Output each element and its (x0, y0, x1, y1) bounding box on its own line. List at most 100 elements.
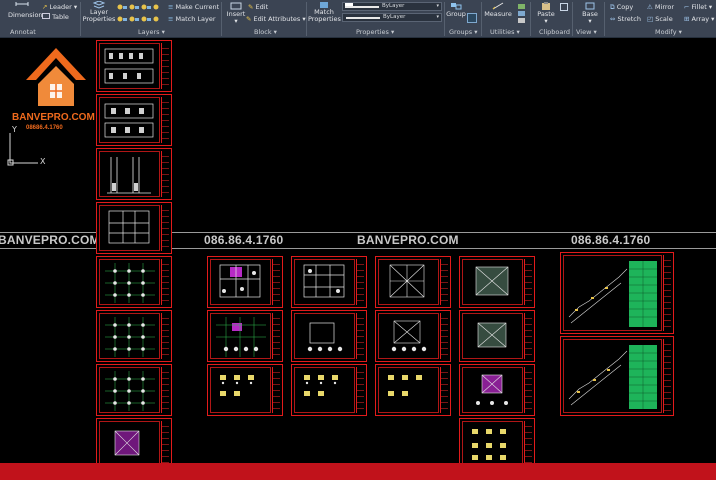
separator (604, 2, 605, 36)
drawing-canvas[interactable]: BANVEPRO.COM 086.86.4.1760 BANVEPRO.COM … (0, 38, 716, 463)
group-button[interactable]: Group (446, 2, 466, 24)
block-panel-label[interactable]: Block ▾ (254, 28, 277, 36)
leader-button[interactable]: ↗ Leader ▾ (42, 3, 77, 11)
drawing-sheet[interactable] (560, 252, 674, 334)
make-current-label: Make Current (175, 3, 220, 11)
match-properties-button[interactable]: Match Properties (308, 1, 341, 27)
drawing-sheet[interactable] (96, 94, 172, 146)
drawing-sheet[interactable] (96, 202, 172, 254)
edit-button[interactable]: ✎ Edit (248, 3, 268, 11)
lineweight-value: ByLayer (382, 3, 405, 9)
separator (572, 2, 573, 36)
stair-detail-drawing (568, 261, 657, 327)
drawing-sheet[interactable] (96, 40, 172, 92)
fillet-label: Fillet (691, 3, 707, 11)
fillet-button[interactable]: ⌐ Fillet ▾ (684, 3, 712, 11)
groups-panel-label[interactable]: Groups ▾ (449, 28, 478, 36)
array-button[interactable]: ⊞ Array ▾ (684, 15, 714, 23)
lineweight-select[interactable]: ByLayer (342, 3, 442, 12)
make-current-button[interactable]: ≡ Make Current (168, 3, 219, 11)
drawing-sheet[interactable] (96, 364, 172, 416)
title-block (440, 313, 448, 359)
table-button[interactable]: Table (42, 13, 69, 21)
annotation-panel-label[interactable]: Annotat (10, 28, 36, 36)
array-label: Array (691, 15, 710, 23)
footing-details-drawing (220, 375, 254, 396)
view-panel-label[interactable]: View ▾ (576, 28, 597, 36)
base-button[interactable]: Base ▾ (578, 2, 602, 24)
title-block (161, 313, 169, 359)
layers-panel-text: Layers (138, 28, 160, 36)
drawing-sheet[interactable] (560, 336, 674, 416)
match-layer-button[interactable]: ≡ Match Layer (168, 15, 216, 23)
drawing-sheet[interactable] (96, 418, 172, 463)
drawing-sheet[interactable] (96, 148, 172, 200)
drawing-sheet[interactable] (291, 256, 367, 308)
measure-button[interactable]: Measure (484, 2, 512, 24)
mirror-icon: ⚠ (647, 3, 653, 11)
dimension-label: Dimension (8, 11, 43, 19)
insert-button[interactable]: Insert ▾ (225, 2, 247, 24)
drawing-sheet[interactable] (459, 310, 535, 362)
roof-detail-drawing (476, 374, 508, 405)
properties-panel-label[interactable]: Properties ▾ (356, 28, 394, 36)
title-block (356, 367, 364, 413)
drawing-sheet[interactable] (207, 310, 283, 362)
copy-clip-icon[interactable] (560, 3, 568, 11)
layer-properties-button[interactable]: Layer Properties (82, 1, 116, 27)
measure-icon (492, 2, 504, 10)
ribbon: Dimension ↗ Leader ▾ Table Annotat Layer… (0, 0, 716, 38)
drawing-sheet[interactable] (459, 256, 535, 308)
chevron-down-icon: ▾ (474, 28, 478, 36)
chevron-down-icon: ▾ (161, 28, 165, 36)
layers-panel-label[interactable]: Layers ▾ (138, 28, 165, 36)
title-block (356, 313, 364, 359)
dimension-button[interactable]: Dimension (6, 2, 43, 24)
elevation-drawing (104, 103, 154, 138)
measure-label: Measure (484, 10, 512, 18)
drawing-sheet[interactable] (375, 364, 451, 416)
paste-button[interactable]: Paste ▾ (535, 2, 557, 24)
scale-icon: ◰ (647, 15, 654, 23)
drawing-sheet[interactable] (96, 310, 172, 362)
drawing-sheet[interactable] (459, 364, 535, 416)
chevron-down-icon: ▾ (516, 28, 520, 36)
utilities-panel-text: Utilities (490, 28, 515, 36)
clipboard-panel-label[interactable]: Clipboard (539, 28, 570, 36)
drawing-sheet[interactable] (207, 364, 283, 416)
drawing-sheet[interactable] (291, 364, 367, 416)
table-label: Table (52, 13, 69, 21)
mirror-button[interactable]: ⚠ Mirror (647, 3, 674, 11)
layer-properties-label: Layer Properties (82, 8, 116, 23)
utilities-panel-label[interactable]: Utilities ▾ (490, 28, 520, 36)
group-select-icon[interactable] (467, 13, 477, 23)
copy-button[interactable]: ⧉ Copy (610, 3, 633, 11)
section-drawing (107, 157, 151, 194)
drawing-sheet[interactable] (375, 256, 451, 308)
separator (306, 2, 307, 36)
title-block (272, 367, 280, 413)
brand-name: BANVEPRO.COM (12, 112, 95, 123)
roof-plan-drawing (477, 322, 507, 348)
match-layer-label: Match Layer (175, 15, 216, 23)
linetype-select[interactable]: ByLayer ▾ (342, 13, 442, 22)
title-block (161, 205, 169, 251)
drawing-sheet[interactable] (459, 418, 535, 463)
copy-icon: ⧉ (610, 3, 615, 11)
drawing-sheet[interactable] (96, 256, 172, 308)
title-block (161, 421, 169, 463)
edit-attributes-button[interactable]: ✎ Edit Attributes ▾ (246, 15, 306, 23)
chevron-down-icon: ▾ (390, 28, 395, 36)
scale-button[interactable]: ◰ Scale (647, 15, 673, 23)
drawing-sheet[interactable] (207, 256, 283, 308)
drawing-sheet[interactable] (375, 310, 451, 362)
stretch-button[interactable]: ⇔ Stretch (610, 15, 641, 23)
drawing-sheet[interactable] (291, 310, 367, 362)
separator (481, 2, 482, 36)
chevron-down-icon: ▾ (234, 17, 238, 25)
dimension-icon (15, 2, 29, 6)
house-logo-icon (26, 48, 86, 106)
chevron-down-icon: ▾ (544, 17, 548, 25)
modify-panel-label[interactable]: Modify ▾ (655, 28, 682, 36)
title-block (524, 367, 532, 413)
